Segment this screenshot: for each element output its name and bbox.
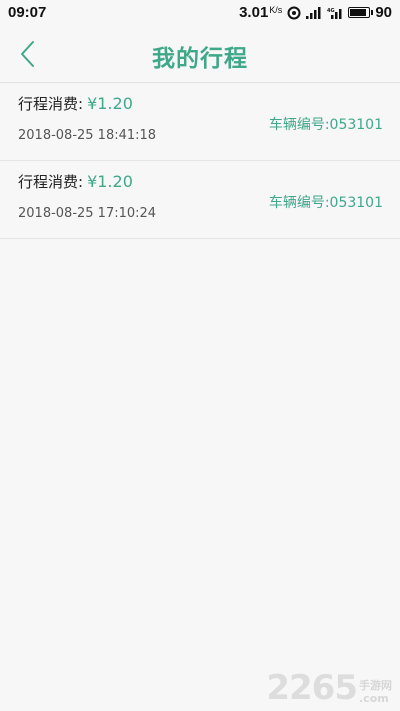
signal-icon xyxy=(306,6,322,19)
vehicle-number: 车辆编号:053101 xyxy=(268,117,383,133)
fare-line: 行程消费: ¥1.20 xyxy=(18,93,133,114)
4g-signal-icon: 4G xyxy=(327,7,343,19)
watermark-bottom: .com xyxy=(359,692,389,705)
network-speed-unit: K/s xyxy=(269,5,283,15)
status-bar: 09:07 3.01K/s 4G 90 xyxy=(0,0,400,26)
watermark-side: 手游网 .com xyxy=(359,679,392,705)
header-bar: 我的行程 xyxy=(0,26,400,83)
fare-line: 行程消费: ¥1.20 xyxy=(18,171,133,192)
trip-list: 行程消费: ¥1.20 2018-08-25 18:41:18 车辆编号:0531… xyxy=(0,83,400,239)
trip-list-item[interactable]: 行程消费: ¥1.20 2018-08-25 17:10:24 车辆编号:0531… xyxy=(0,161,400,239)
trip-time: 2018-08-25 18:41:18 xyxy=(18,128,157,143)
fare-label: 行程消费: xyxy=(18,95,84,113)
vehicle-number: 车辆编号:053101 xyxy=(268,195,383,211)
watermark-top: 手游网 xyxy=(359,679,392,692)
status-icons: 3.01K/s 4G 90 xyxy=(239,4,392,21)
fare-amount: ¥1.20 xyxy=(87,94,133,113)
network-speed-value: 3.01 xyxy=(239,4,269,21)
svg-text:4G: 4G xyxy=(327,8,335,14)
fare-amount: ¥1.20 xyxy=(87,172,133,191)
battery-icon xyxy=(348,7,374,18)
fare-label: 行程消费: xyxy=(18,173,84,191)
trip-list-item[interactable]: 行程消费: ¥1.20 2018-08-25 18:41:18 车辆编号:0531… xyxy=(0,83,400,161)
status-time: 09:07 xyxy=(8,4,47,21)
network-speed: 3.01K/s xyxy=(239,4,282,21)
hotspot-icon xyxy=(287,6,301,20)
trip-time: 2018-08-25 17:10:24 xyxy=(18,206,157,221)
watermark-logo: 2265 xyxy=(266,668,358,708)
page-title: 我的行程 xyxy=(152,46,248,72)
battery-level: 90 xyxy=(375,4,392,21)
site-watermark: 2265 手游网 .com xyxy=(266,671,392,705)
